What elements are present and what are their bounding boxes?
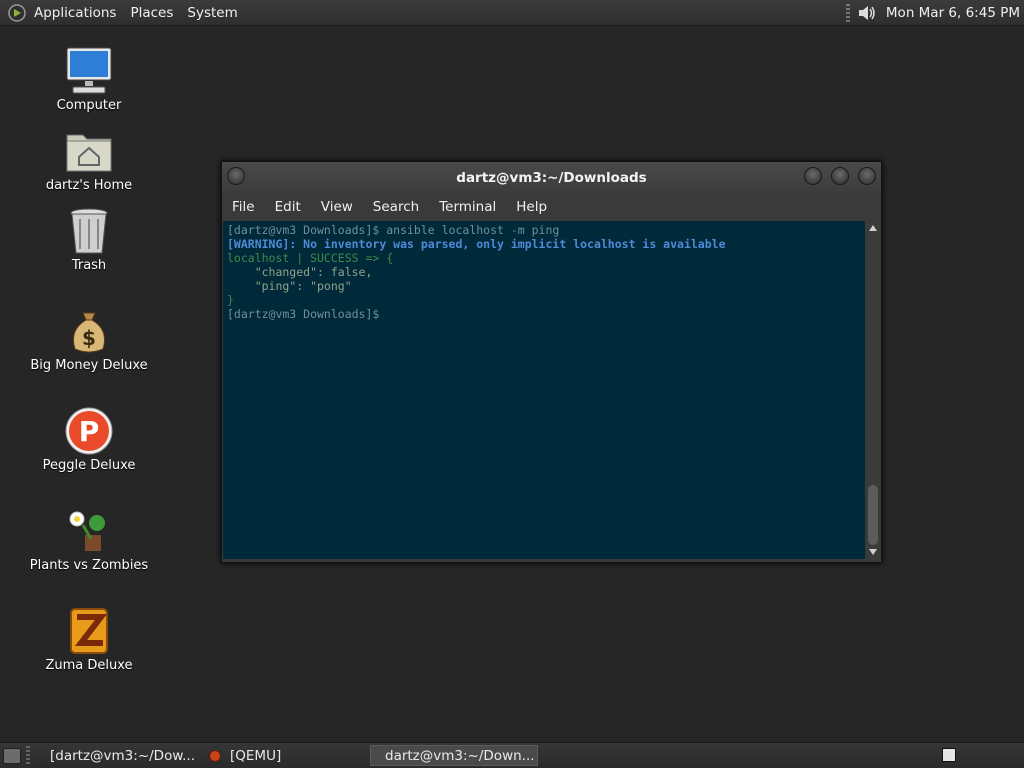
taskbar-item-label: dartz@vm3:~/Down...	[385, 747, 535, 764]
panel-tray: Mon Mar 6, 6:45 PM	[845, 0, 1020, 25]
menu-edit[interactable]: Edit	[275, 199, 301, 215]
menu-view[interactable]: View	[321, 199, 353, 215]
taskbar-item-terminal-1[interactable]: [dartz@vm3:~/Dow...	[36, 745, 200, 766]
desktop-icon-label: Plants vs Zombies	[29, 558, 149, 573]
terminal-output[interactable]: [dartz@vm3 Downloads]$ ansible localhost…	[223, 221, 865, 559]
warning-text: : No inventory was parsed, only implicit…	[289, 237, 726, 251]
desktop-icon-trash[interactable]: Trash	[14, 205, 164, 273]
money-bag-icon: $	[72, 312, 106, 353]
computer-icon	[66, 47, 112, 94]
plants-icon	[69, 511, 105, 551]
desktop-icon-peggle[interactable]: P Peggle Deluxe	[14, 405, 164, 473]
bottom-panel: [dartz@vm3:~/Dow... [QEMU] dartz@vm3:~/D…	[0, 742, 1024, 768]
terminal-line: [dartz@vm3 Downloads]$ ansible localhost…	[227, 223, 560, 237]
terminal-line: "changed": false,	[227, 265, 373, 279]
terminal-line: localhost | SUCCESS => {	[227, 251, 394, 265]
desktop-icon-zuma[interactable]: Zuma Deluxe	[14, 605, 164, 673]
scroll-down-arrow-icon[interactable]	[869, 549, 877, 555]
trash-icon	[70, 208, 108, 254]
zuma-icon	[70, 608, 108, 654]
scrollbar-thumb[interactable]	[868, 485, 878, 545]
terminal-menubar: File Edit View Search Terminal Help	[222, 193, 881, 221]
panel-handle[interactable]	[26, 746, 30, 765]
menu-terminal[interactable]: Terminal	[439, 199, 496, 215]
desktop-icon-label: Computer	[56, 98, 122, 113]
desktop-icon-label: dartz's Home	[45, 178, 133, 193]
taskbar-item-terminal-2[interactable]: dartz@vm3:~/Down...	[370, 745, 538, 766]
warning-tag: [WARNING]	[227, 237, 290, 251]
desktop-icon-label: Trash	[71, 258, 107, 273]
taskbar-item-label: [dartz@vm3:~/Dow...	[50, 747, 196, 764]
panel-handle[interactable]	[845, 3, 850, 22]
workspace-switcher[interactable]	[942, 748, 956, 762]
desktop-icon-plants-vs-zombies[interactable]: Plants vs Zombies	[14, 505, 164, 573]
terminal-line: }	[227, 293, 234, 307]
desktop-icon-computer[interactable]: Computer	[14, 45, 164, 113]
show-desktop-icon[interactable]	[3, 748, 21, 764]
desktop-icon-big-money[interactable]: $ Big Money Deluxe	[14, 305, 164, 373]
peggle-icon: P	[65, 407, 113, 455]
clock[interactable]: Mon Mar 6, 6:45 PM	[886, 5, 1020, 21]
window-titlebar[interactable]: dartz@vm3:~/Downloads	[222, 162, 881, 193]
menu-system[interactable]: System	[187, 5, 237, 21]
menu-help[interactable]: Help	[516, 199, 547, 215]
top-panel: Applications Places System Mon Mar 6, 6:…	[0, 0, 1024, 26]
scroll-up-arrow-icon[interactable]	[869, 225, 877, 231]
menu-applications[interactable]: Applications	[34, 5, 116, 21]
qemu-icon	[209, 749, 221, 762]
taskbar-item-label: [QEMU]	[230, 747, 282, 764]
window-title: dartz@vm3:~/Downloads	[456, 170, 647, 186]
terminal-scrollbar[interactable]	[866, 221, 880, 559]
terminal-line: [WARNING]: No inventory was parsed, only…	[227, 237, 865, 251]
terminal-prompt: [dartz@vm3 Downloads]$	[227, 307, 387, 321]
maximize-button[interactable]	[831, 167, 849, 185]
home-folder-icon	[66, 134, 112, 172]
svg-text:$: $	[82, 326, 96, 350]
close-button[interactable]	[858, 167, 876, 185]
desktop-icon-label: Zuma Deluxe	[45, 658, 133, 673]
applications-logo-icon[interactable]	[8, 3, 26, 22]
volume-icon[interactable]	[856, 3, 876, 23]
desktop-icon-label: Big Money Deluxe	[30, 358, 148, 373]
menu-search[interactable]: Search	[373, 199, 419, 215]
desktop-icon-label: Peggle Deluxe	[42, 458, 136, 473]
menu-places[interactable]: Places	[130, 5, 173, 21]
terminal-line: "ping": "pong"	[227, 279, 352, 293]
menu-file[interactable]: File	[232, 199, 255, 215]
svg-text:P: P	[79, 415, 100, 448]
terminal-window[interactable]: dartz@vm3:~/Downloads File Edit View Sea…	[221, 161, 882, 563]
taskbar-item-qemu[interactable]: [QEMU]	[202, 745, 366, 766]
desktop-icon-home[interactable]: dartz's Home	[14, 125, 164, 193]
minimize-button[interactable]	[804, 167, 822, 185]
